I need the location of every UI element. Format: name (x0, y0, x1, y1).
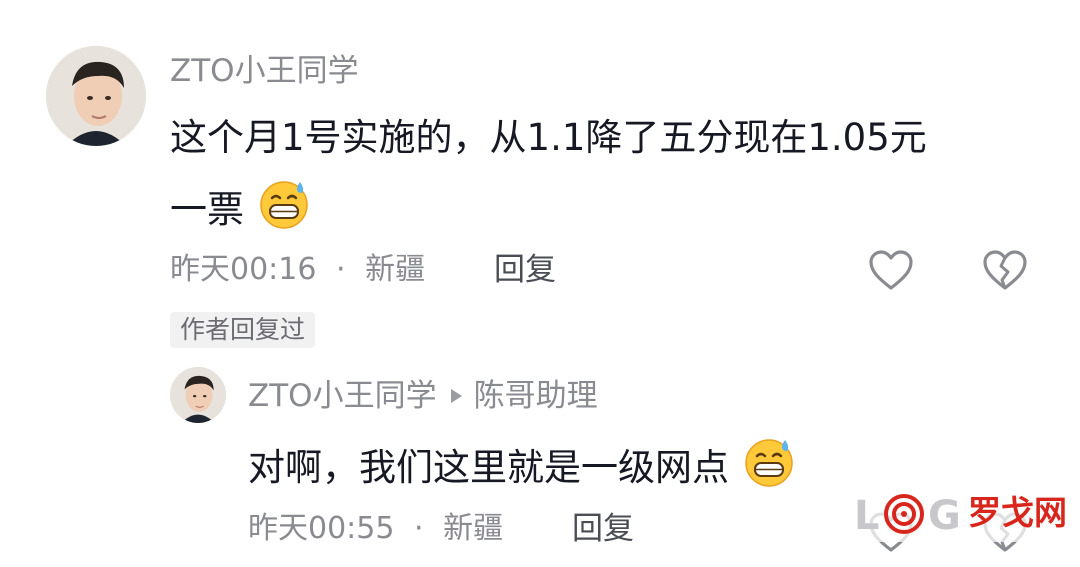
avatar-photo (46, 46, 146, 146)
svg-text:G: G (928, 493, 961, 539)
grinning-sweat-emoji (743, 436, 795, 502)
reply-text: 对啊，我们这里就是一级网点 (248, 436, 795, 502)
heart-icon (869, 250, 913, 290)
top-partial-icons (860, 0, 1040, 4)
meta-separator: · (336, 252, 346, 287)
reply-meta: 昨天00:55 · 新疆 (248, 511, 503, 547)
comment-text-line2: 一票 (170, 178, 310, 244)
partial-icon-shapes (860, 0, 1040, 4)
reply-reply-button[interactable]: 回复 (572, 511, 634, 547)
reply-header: ZTO小王同学 陈哥助理 (248, 378, 598, 414)
comment-text-line2-label: 一票 (170, 188, 244, 231)
reply-avatar-photo (170, 367, 226, 423)
reply-to-username[interactable]: 陈哥助理 (474, 378, 598, 414)
like-button[interactable] (866, 246, 916, 296)
reply-button[interactable]: 回复 (494, 252, 556, 288)
reply-avatar[interactable] (170, 367, 226, 423)
reply-username[interactable]: ZTO小王同学 (248, 378, 437, 414)
svg-text:L: L (854, 493, 880, 539)
author-replied-badge: 作者回复过 (170, 312, 316, 348)
comment-time: 昨天00:16 (170, 252, 317, 287)
reply-time: 昨天00:55 (248, 511, 395, 546)
comment-meta: 昨天00:16 · 新疆 (170, 252, 425, 288)
broken-heart-icon (983, 250, 1027, 290)
reply-location: 新疆 (443, 511, 504, 546)
meta-separator: · (414, 511, 424, 546)
grinning-sweat-emoji (258, 178, 310, 244)
watermark: L G 罗戈网 (852, 486, 1072, 542)
comment-username[interactable]: ZTO小王同学 (170, 53, 359, 89)
comment-location: 新疆 (365, 252, 426, 287)
dislike-button[interactable] (980, 246, 1030, 296)
reply-arrow-icon (450, 389, 462, 403)
avatar[interactable] (46, 46, 146, 146)
reply-text-label: 对啊，我们这里就是一级网点 (248, 446, 729, 489)
comment-text-line1: 这个月1号实施的，从1.1降了五分现在1.05元 (170, 116, 927, 159)
watermark-text: 罗戈网 (968, 493, 1067, 532)
